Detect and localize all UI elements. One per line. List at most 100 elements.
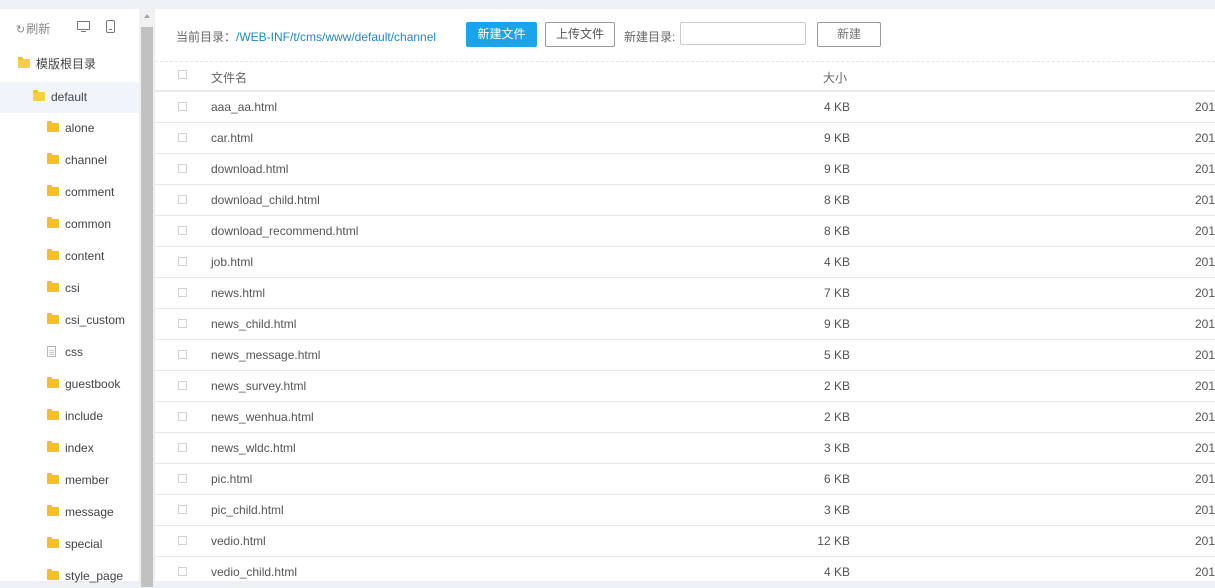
- tree-item[interactable]: index: [47, 436, 94, 460]
- folder-icon: [47, 185, 59, 197]
- row-checkbox[interactable]: [178, 257, 187, 266]
- tree-item[interactable]: css: [47, 340, 83, 364]
- table-row[interactable]: pic_child.html 3 KB 201: [155, 494, 1215, 526]
- folder-icon: [47, 409, 59, 421]
- desktop-view-icon[interactable]: [77, 21, 90, 32]
- file-name[interactable]: pic_child.html: [211, 503, 284, 517]
- current-directory-label: 当前目录：: [176, 30, 237, 44]
- row-checkbox[interactable]: [178, 381, 187, 390]
- file-name[interactable]: news.html: [211, 286, 265, 300]
- file-toolbar: 当前目录：/WEB-INF/t/cms/www/default/channel …: [155, 9, 1215, 61]
- row-checkbox[interactable]: [178, 195, 187, 204]
- row-checkbox[interactable]: [178, 350, 187, 359]
- row-checkbox[interactable]: [178, 319, 187, 328]
- folder-icon: [47, 473, 59, 485]
- current-directory-path[interactable]: /WEB-INF/t/cms/www/default/channel: [236, 30, 436, 44]
- tree-item[interactable]: include: [47, 404, 103, 428]
- tree-item[interactable]: common: [47, 212, 111, 236]
- file-modified-date: 201: [1195, 410, 1215, 424]
- row-checkbox[interactable]: [178, 536, 187, 545]
- folder-icon: [47, 569, 59, 581]
- tree-item-label: channel: [65, 153, 108, 167]
- folder-icon: [47, 377, 59, 389]
- table-row[interactable]: news_wldc.html 3 KB 201: [155, 432, 1215, 464]
- table-row[interactable]: download_recommend.html 8 KB 201: [155, 215, 1215, 247]
- file-name[interactable]: news_child.html: [211, 317, 296, 331]
- table-row[interactable]: vedio_child.html 4 KB 201: [155, 556, 1215, 581]
- file-name[interactable]: aaa_aa.html: [211, 100, 277, 114]
- table-row[interactable]: vedio.html 12 KB 201: [155, 525, 1215, 557]
- scrollbar-thumb[interactable]: [141, 27, 153, 587]
- table-row[interactable]: news_message.html 5 KB 201: [155, 339, 1215, 371]
- file-modified-date: 201: [1195, 162, 1215, 176]
- file-name[interactable]: news_survey.html: [211, 379, 306, 393]
- tree-item-label: guestbook: [65, 377, 121, 391]
- row-checkbox[interactable]: [178, 412, 187, 421]
- file-name[interactable]: pic.html: [211, 472, 252, 486]
- tree-item-default[interactable]: default: [0, 82, 139, 113]
- row-checkbox[interactable]: [178, 505, 187, 514]
- tree-item[interactable]: alone: [47, 116, 94, 140]
- tree-item-label: message: [65, 505, 114, 519]
- file-name[interactable]: job.html: [211, 255, 253, 269]
- column-header-size[interactable]: 大小: [823, 69, 847, 86]
- tree-item[interactable]: comment: [47, 180, 114, 204]
- file-size: 5 KB: [823, 348, 850, 362]
- table-row[interactable]: news.html 7 KB 201: [155, 277, 1215, 309]
- scroll-up-arrow-icon[interactable]: [144, 14, 150, 18]
- table-row[interactable]: news_child.html 9 KB 201: [155, 308, 1215, 340]
- tree-root-item[interactable]: 模版根目录: [18, 52, 96, 76]
- create-directory-button[interactable]: 新建: [817, 22, 881, 47]
- tree-item[interactable]: style_page: [47, 564, 123, 588]
- tree-item-label: special: [65, 537, 103, 551]
- tree-root-label: 模版根目录: [36, 57, 97, 71]
- row-checkbox[interactable]: [178, 226, 187, 235]
- file-size: 9 KB: [823, 317, 850, 331]
- tree-item[interactable]: member: [47, 468, 109, 492]
- table-row[interactable]: news_wenhua.html 2 KB 201: [155, 401, 1215, 433]
- table-row[interactable]: news_survey.html 2 KB 201: [155, 370, 1215, 402]
- row-checkbox[interactable]: [178, 164, 187, 173]
- file-name[interactable]: news_wenhua.html: [211, 410, 314, 424]
- tree-item[interactable]: content: [47, 244, 104, 268]
- file-manager-main: 当前目录：/WEB-INF/t/cms/www/default/channel …: [155, 9, 1215, 581]
- table-row[interactable]: download.html 9 KB 201: [155, 153, 1215, 185]
- file-name[interactable]: download_child.html: [211, 193, 320, 207]
- select-all-checkbox[interactable]: [178, 70, 187, 79]
- file-name[interactable]: download_recommend.html: [211, 224, 358, 238]
- file-name[interactable]: vedio_child.html: [211, 565, 297, 579]
- row-checkbox[interactable]: [178, 443, 187, 452]
- column-header-name[interactable]: 文件名: [211, 69, 247, 86]
- tree-item[interactable]: csi_custom: [47, 308, 125, 332]
- row-checkbox[interactable]: [178, 102, 187, 111]
- new-directory-input[interactable]: [680, 22, 806, 45]
- tree-item[interactable]: channel: [47, 148, 107, 172]
- upload-file-button[interactable]: 上传文件: [545, 22, 615, 47]
- file-name[interactable]: news_wldc.html: [211, 441, 296, 455]
- row-checkbox[interactable]: [178, 474, 187, 483]
- refresh-label: 刷新: [26, 22, 51, 36]
- mobile-view-icon[interactable]: [106, 20, 115, 33]
- row-checkbox[interactable]: [178, 133, 187, 142]
- table-row[interactable]: aaa_aa.html 4 KB 201: [155, 91, 1215, 123]
- table-row[interactable]: car.html 9 KB 201: [155, 122, 1215, 154]
- table-row[interactable]: pic.html 6 KB 201: [155, 463, 1215, 495]
- refresh-button[interactable]: ↻刷新: [16, 20, 50, 37]
- table-row[interactable]: job.html 4 KB 201: [155, 246, 1215, 278]
- tree-item[interactable]: guestbook: [47, 372, 120, 396]
- file-name[interactable]: news_message.html: [211, 348, 320, 362]
- row-checkbox[interactable]: [178, 288, 187, 297]
- tree-item-label: common: [65, 217, 112, 231]
- table-row[interactable]: download_child.html 8 KB 201: [155, 184, 1215, 216]
- refresh-icon: ↻: [16, 24, 26, 36]
- file-size: 6 KB: [823, 472, 850, 486]
- file-name[interactable]: download.html: [211, 162, 288, 176]
- tree-item[interactable]: message: [47, 500, 114, 524]
- file-name[interactable]: car.html: [211, 131, 253, 145]
- sidebar-scrollbar[interactable]: [141, 9, 153, 587]
- tree-item[interactable]: csi: [47, 276, 80, 300]
- file-name[interactable]: vedio.html: [211, 534, 266, 548]
- new-file-button[interactable]: 新建文件: [466, 22, 537, 47]
- row-checkbox[interactable]: [178, 567, 187, 576]
- tree-item[interactable]: special: [47, 532, 102, 556]
